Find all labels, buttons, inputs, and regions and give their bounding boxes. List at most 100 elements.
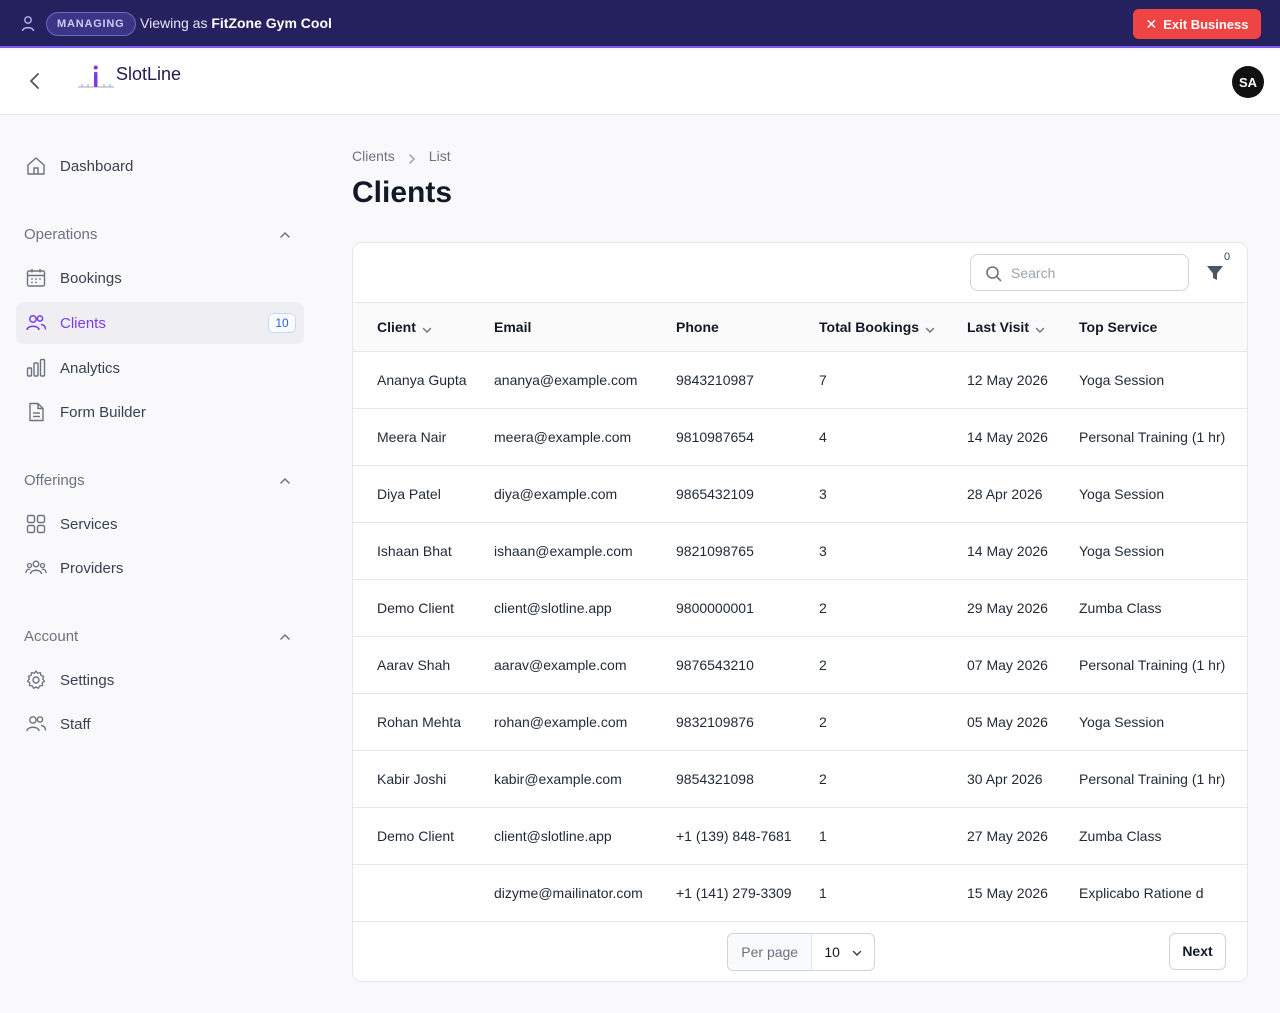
table-row[interactable]: Aarav Shah aarav@example.com 9876543210 … [353,637,1247,694]
logo-mark-icon [78,64,114,90]
cell-phone: 9821098765 [676,543,754,559]
close-icon: ✕ [1145,15,1158,32]
sidebar-item-form-builder[interactable]: Form Builder [16,391,304,433]
back-arrow-icon[interactable] [24,70,46,92]
chevron-up-icon[interactable] [278,630,292,644]
table-row[interactable]: Demo Client client@slotline.app +1 (139)… [353,808,1247,865]
cell-top-service: Yoga Session [1079,372,1165,388]
cell-total-bookings: 2 [819,657,827,673]
chevron-right-icon [407,151,417,164]
cell-total-bookings: 4 [819,429,827,445]
column-header-client[interactable]: Client [377,319,432,335]
sidebar-item-label: Providers [60,559,124,577]
search-box[interactable] [970,254,1189,291]
table-row[interactable]: Kabir Joshi kabir@example.com 9854321098… [353,751,1247,808]
cell-email: ishaan@example.com [494,543,633,559]
sidebar-item-label: Clients [60,314,106,332]
user-group-icon [24,556,48,580]
chevron-down-icon [1035,322,1045,333]
managing-banner: MANAGING Viewing as FitZone Gym Cool ✕ E… [0,0,1280,48]
cell-phone: 9865432109 [676,486,754,502]
cell-last-visit: 15 May 2026 [967,885,1048,901]
sidebar-item-label: Analytics [60,359,121,377]
cell-total-bookings: 7 [819,372,827,388]
column-header-total-bookings[interactable]: Total Bookings [819,319,935,335]
cell-phone: 9810987654 [676,429,754,445]
table-row[interactable]: Demo Client client@slotline.app 98000000… [353,580,1247,637]
page-title: Clients [352,176,453,209]
sidebar-item-clients[interactable]: Clients 10 [16,302,304,344]
sidebar-item-label: Form Builder [60,403,146,421]
sidebar-item-analytics[interactable]: Analytics [16,347,304,389]
sidebar-item-label: Services [60,515,118,533]
app-logo[interactable]: SlotLine [78,64,181,90]
cell-top-service: Zumba Class [1079,600,1162,616]
cell-top-service: Yoga Session [1079,714,1165,730]
sidebar-item-dashboard[interactable]: Dashboard [16,145,304,187]
cell-email: client@slotline.app [494,600,612,616]
sidebar: Dashboard Operations Bookings Clients 10… [0,116,320,1013]
per-page-dropdown[interactable]: 10 [812,934,874,970]
cell-top-service: Personal Training (1 hr) [1079,771,1226,787]
chevron-down-icon [925,322,935,333]
per-page-value: 10 [824,944,840,960]
gear-icon [24,668,48,692]
column-header-last-visit[interactable]: Last Visit [967,319,1045,335]
column-header-email: Email [494,319,531,335]
chevron-up-icon[interactable] [278,474,292,488]
table-row[interactable]: Ishaan Bhat ishaan@example.com 982109876… [353,523,1247,580]
group-label-account: Account [24,628,79,645]
cell-top-service: Explicabo Ratione d [1079,885,1204,901]
exit-business-button[interactable]: ✕ Exit Business [1133,9,1261,39]
breadcrumb-clients-link[interactable]: Clients [352,148,395,164]
viewing-prefix: Viewing as [140,15,208,31]
column-header-phone: Phone [676,319,719,335]
sidebar-item-services[interactable]: Services [16,503,304,545]
cell-phone: 9876543210 [676,657,754,673]
table-row[interactable]: Rohan Mehta rohan@example.com 9832109876… [353,694,1247,751]
sidebar-item-settings[interactable]: Settings [16,659,304,701]
sidebar-item-label: Staff [60,715,91,733]
cell-total-bookings: 1 [819,828,827,844]
cell-email: aarav@example.com [494,657,627,673]
column-label: Total Bookings [819,319,920,335]
cell-total-bookings: 1 [819,885,827,901]
home-icon [24,154,48,178]
cell-last-visit: 14 May 2026 [967,429,1048,445]
sidebar-item-bookings[interactable]: Bookings [16,257,304,299]
search-input[interactable] [1011,263,1181,283]
sidebar-item-label: Settings [60,671,115,689]
cell-last-visit: 28 Apr 2026 [967,486,1043,502]
clients-table-card: 0 Client Email Phone Total Bookings Last… [352,242,1248,982]
cell-client: Ishaan Bhat [377,543,452,559]
breadcrumb-current: List [428,148,451,164]
cell-total-bookings: 2 [819,714,827,730]
calendar-icon [24,266,48,290]
cell-phone: +1 (139) 848-7681 [676,828,792,844]
next-page-button[interactable]: Next [1169,933,1226,970]
grid-icon [24,512,48,536]
sidebar-item-label: Dashboard [60,157,134,175]
table-row[interactable]: Meera Nair meera@example.com 9810987654 … [353,409,1247,466]
table-row[interactable]: Diya Patel diya@example.com 9865432109 3… [353,466,1247,523]
cell-client: Demo Client [377,600,455,616]
cell-client: Meera Nair [377,429,447,445]
sidebar-item-providers[interactable]: Providers [16,547,304,589]
users-icon [24,712,48,736]
chevron-down-icon [852,950,862,957]
cell-client: Aarav Shah [377,657,451,673]
cell-last-visit: 07 May 2026 [967,657,1048,673]
table-row[interactable]: Ananya Gupta ananya@example.com 98432109… [353,352,1247,409]
sidebar-item-staff[interactable]: Staff [16,703,304,745]
table-row[interactable]: dizyme@mailinator.com +1 (141) 279-3309 … [353,865,1247,922]
chevron-up-icon[interactable] [278,228,292,242]
cell-email: diya@example.com [494,486,618,502]
cell-email: meera@example.com [494,429,632,445]
user-icon [20,15,36,33]
per-page-select[interactable]: Per page 10 [727,933,875,971]
filter-icon[interactable] [1205,263,1225,283]
app-header: SlotLine SA [0,50,1280,115]
cell-top-service: Personal Training (1 hr) [1079,429,1226,445]
avatar[interactable]: SA [1232,66,1264,98]
chevron-down-icon [422,322,432,333]
